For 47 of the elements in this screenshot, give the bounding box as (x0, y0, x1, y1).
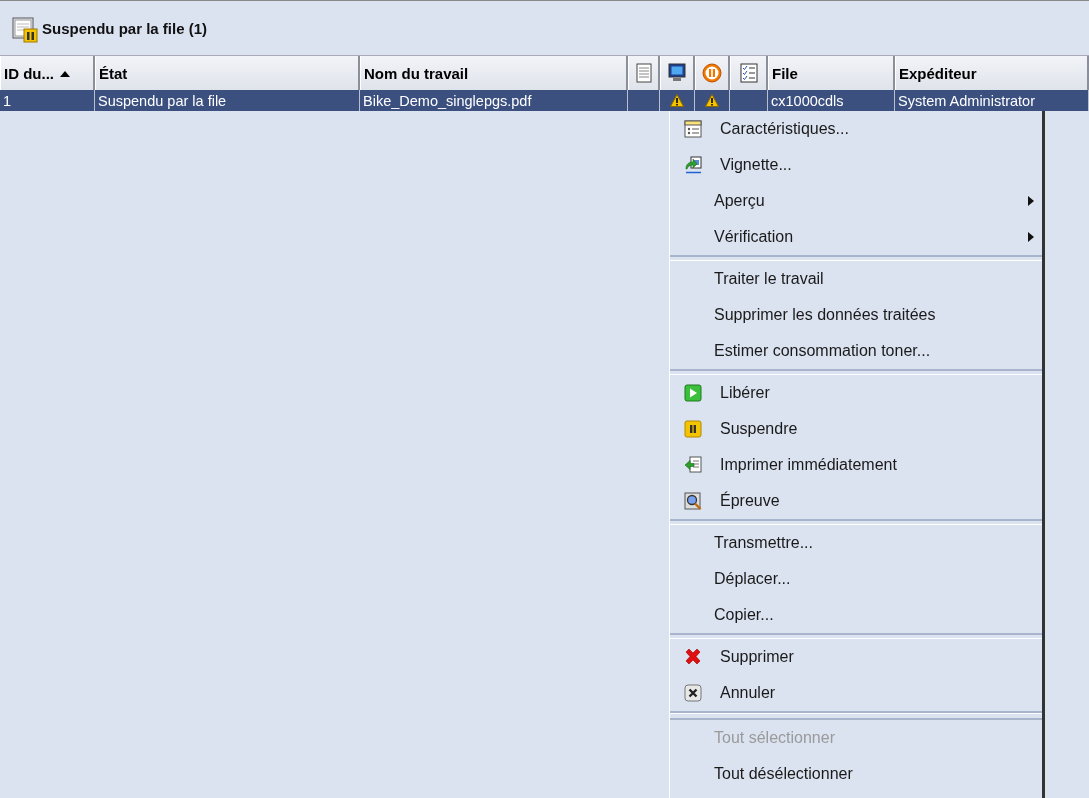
menu-item[interactable]: Estimer consommation toner... (670, 333, 1042, 369)
menu-item[interactable]: Vérification (670, 219, 1042, 255)
menu-item[interactable]: Caractéristiques... (670, 111, 1042, 147)
menu-item[interactable]: Traiter le travail (670, 261, 1042, 297)
column-header[interactable]: Nom du travail (360, 56, 628, 90)
column-header[interactable]: ID du... (0, 56, 95, 90)
column-header[interactable]: File (768, 56, 895, 90)
menu-item[interactable]: Épreuve (670, 483, 1042, 519)
table-cell: cx1000cdls (771, 92, 844, 109)
submenu-arrow-icon (1028, 232, 1034, 242)
menu-item[interactable]: Libérer (670, 375, 1042, 411)
menu-item[interactable]: Supprimer les données traitées (670, 297, 1042, 333)
properties-icon (684, 120, 702, 138)
menu-item[interactable]: Tout désélectionner (670, 756, 1042, 792)
submenu-arrow-icon (1028, 196, 1034, 206)
menu-item[interactable]: Déplacer... (670, 561, 1042, 597)
column-header[interactable] (660, 56, 695, 90)
menu-item[interactable]: Vignette... (670, 147, 1042, 183)
menu-item[interactable]: Imprimer immédiatement (670, 447, 1042, 483)
delete-x-icon (684, 648, 702, 666)
menu-item[interactable]: Copier... (670, 597, 1042, 633)
pause-icon (702, 62, 722, 84)
column-header[interactable]: Expéditeur (895, 56, 1089, 90)
queue-paused-icon (12, 17, 38, 43)
document-icon (633, 62, 654, 84)
table-cell: 1 (3, 92, 12, 109)
table-cell: Bike_Demo_singlepgs.pdf (363, 92, 532, 109)
monitor-icon (667, 62, 687, 84)
menu-item[interactable]: Suspendre (670, 411, 1042, 447)
table-cell: Suspendu par la file (98, 92, 227, 109)
warning-icon (670, 94, 684, 107)
magnifier-icon (684, 492, 702, 510)
cancel-icon (684, 684, 702, 702)
pause-icon (684, 420, 702, 438)
table-row[interactable]: 1 Suspendu par la file Bike_Demo_singlepgs.pdf cx1000cdls System Administrator (0, 90, 1089, 111)
warning-icon (705, 94, 719, 107)
checklist-icon (738, 62, 759, 84)
menu-item[interactable]: Aperçu (670, 183, 1042, 219)
thumbnail-arrow-icon (684, 156, 702, 174)
panel-title: Suspendu par la file (1) (42, 19, 208, 37)
table-cell: System Administrator (898, 92, 1035, 109)
menu-item[interactable]: Annuler (670, 675, 1042, 711)
column-header[interactable]: État (95, 56, 360, 90)
print-now-icon (684, 456, 702, 474)
play-icon (684, 384, 702, 402)
menu-item[interactable]: Transmettre... (670, 525, 1042, 561)
menu-item[interactable]: Supprimer (670, 639, 1042, 675)
